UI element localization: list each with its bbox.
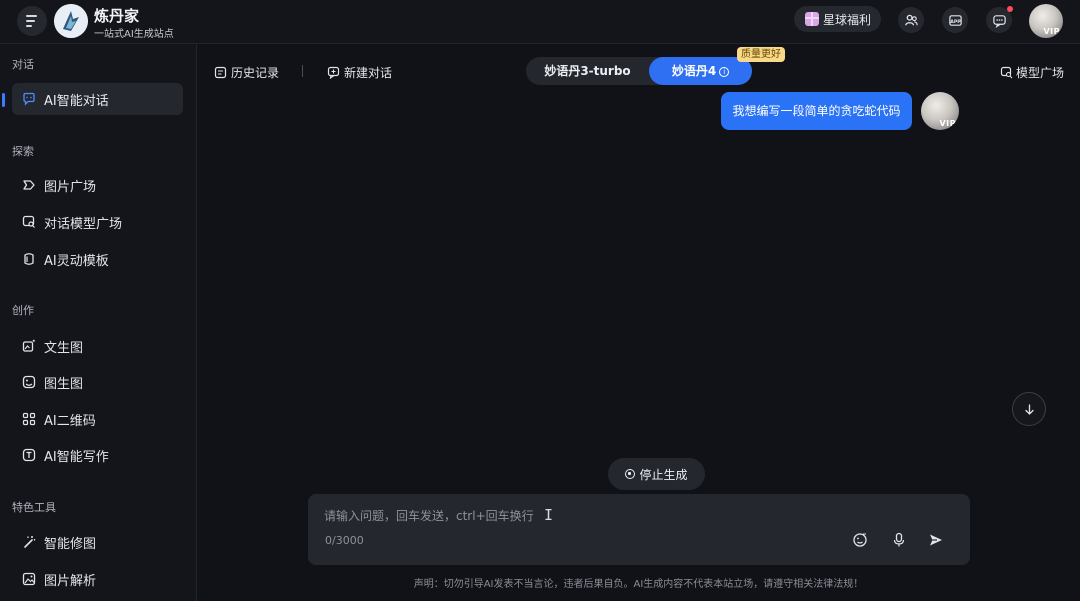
- emoji-icon[interactable]: [852, 532, 868, 548]
- model-plaza-button[interactable]: 模型广场: [1000, 64, 1064, 81]
- sidebar: 对话 AI智能对话 探索 图片广场 对话模型广场 AI灵动模板 创作 文生图 图…: [0, 44, 197, 601]
- text-cursor-icon: I: [544, 506, 554, 524]
- stop-generating-button[interactable]: 停止生成: [608, 458, 705, 490]
- arrow-down-icon: [1024, 403, 1034, 415]
- model-option-label: 妙语丹4: [671, 64, 717, 78]
- brand-logo[interactable]: [54, 4, 88, 38]
- sidebar-item-label: AI智能对话: [44, 93, 109, 109]
- menu-icon-line: [26, 20, 35, 22]
- history-icon: [214, 66, 227, 79]
- user-group-button[interactable]: [898, 7, 924, 33]
- menu-icon: [26, 15, 37, 17]
- sidebar-section-title: 对话: [12, 58, 34, 71]
- menu-toggle-button[interactable]: [17, 6, 47, 36]
- new-chat-label: 新建对话: [344, 66, 393, 80]
- app-download-button[interactable]: APP: [942, 7, 968, 33]
- sidebar-item-text-to-image[interactable]: 文生图: [12, 330, 183, 362]
- brand-logo-icon: [54, 4, 88, 38]
- app-icon: APP: [948, 14, 962, 26]
- vip-badge: VIP: [939, 119, 956, 128]
- message-avatar: VIP: [921, 92, 959, 130]
- sidebar-item-label: 图片解析: [44, 573, 97, 589]
- brand-title: 炼丹家: [94, 7, 140, 25]
- welfare-button[interactable]: 星球福利: [794, 6, 881, 32]
- char-counter: 0/3000: [325, 534, 364, 547]
- model-option-4[interactable]: 妙语丹4 i: [649, 57, 752, 85]
- stop-icon: [625, 469, 636, 479]
- sidebar-section-title: 特色工具: [12, 501, 56, 514]
- template-icon: [24, 253, 34, 265]
- quality-badge: 质量更好: [737, 47, 785, 62]
- image-parse-icon: [22, 572, 36, 586]
- sidebar-item-label: AI智能写作: [44, 449, 109, 465]
- composer: I 0/3000: [308, 494, 970, 565]
- model-switch: 妙语丹3-turbo 妙语丹4 i: [526, 57, 752, 85]
- chat-main: 历史记录 新建对话 妙语丹3-turbo 妙语丹4 i 质量更好 模型广场 我想编…: [197, 44, 1080, 601]
- scroll-to-bottom-button[interactable]: [1012, 392, 1046, 426]
- history-label: 历史记录: [231, 66, 280, 80]
- new-chat-icon: [327, 66, 340, 79]
- svg-text:APP: APP: [950, 18, 961, 24]
- sidebar-item-ai-template[interactable]: AI灵动模板: [12, 243, 183, 275]
- active-indicator: [2, 93, 5, 107]
- sidebar-item-model-plaza[interactable]: 对话模型广场: [12, 206, 183, 238]
- model-search-icon: [22, 215, 35, 228]
- user-avatar[interactable]: VIP: [1029, 4, 1063, 38]
- qrcode-icon: [22, 412, 36, 426]
- text-box-icon: [22, 448, 36, 462]
- info-icon[interactable]: i: [719, 67, 730, 77]
- sidebar-item-ai-qrcode[interactable]: AI二维码: [12, 403, 183, 435]
- sidebar-item-label: 文生图: [44, 340, 84, 356]
- message-button[interactable]: [986, 6, 1013, 33]
- sidebar-item-label: AI灵动模板: [44, 253, 109, 269]
- model-plaza-icon: [1000, 66, 1013, 79]
- microphone-icon[interactable]: [891, 532, 907, 548]
- sidebar-section-title: 探索: [12, 145, 34, 158]
- user-group-icon: [904, 14, 918, 25]
- chat-bubble-icon: [23, 92, 35, 106]
- model-option-turbo[interactable]: 妙语丹3-turbo: [526, 57, 649, 85]
- gift-icon: [805, 12, 819, 26]
- menu-icon-line: [26, 25, 32, 27]
- sidebar-item-label: 图片广场: [44, 179, 97, 195]
- toolbar-divider: [302, 65, 303, 77]
- disclaimer-text: 声明：切勿引导AI发表不当言论，违者后果自负。AI生成内容不代表本站立场，请遵守…: [413, 579, 864, 590]
- sidebar-item-image-to-image[interactable]: 图生图: [12, 366, 183, 398]
- vip-badge: VIP: [1043, 27, 1060, 36]
- notification-dot: [1007, 6, 1013, 12]
- stop-label: 停止生成: [639, 467, 688, 482]
- send-icon[interactable]: [928, 532, 944, 548]
- sidebar-item-label: 对话模型广场: [44, 216, 123, 232]
- sidebar-item-label: 图生图: [44, 376, 84, 392]
- brand-subtitle: 一站式AI生成站点: [94, 29, 174, 40]
- sidebar-item-label: 智能修图: [44, 536, 97, 552]
- sidebar-item-ai-chat[interactable]: AI智能对话: [12, 83, 183, 115]
- sidebar-item-image-plaza[interactable]: 图片广场: [12, 169, 183, 201]
- sidebar-item-smart-retouch[interactable]: 智能修图: [12, 526, 183, 558]
- top-bar: 炼丹家 一站式AI生成站点 星球福利 APP VIP: [0, 0, 1080, 44]
- sidebar-item-ai-writing[interactable]: AI智能写作: [12, 439, 183, 471]
- new-chat-button[interactable]: 新建对话: [327, 64, 392, 81]
- sidebar-item-label: AI二维码: [44, 413, 96, 429]
- image-to-image-icon: [22, 375, 36, 389]
- message-icon: [992, 14, 1006, 28]
- text-to-image-icon: [22, 339, 35, 352]
- welfare-label: 星球福利: [823, 12, 872, 27]
- history-button[interactable]: 历史记录: [214, 64, 279, 81]
- tag-icon: [23, 180, 35, 190]
- sidebar-item-image-parse[interactable]: 图片解析: [12, 563, 183, 595]
- user-message-bubble: 我想编写一段简单的贪吃蛇代码: [721, 92, 912, 130]
- magic-wand-icon: [24, 536, 36, 548]
- model-plaza-label: 模型广场: [1015, 66, 1064, 80]
- sidebar-section-title: 创作: [12, 304, 34, 317]
